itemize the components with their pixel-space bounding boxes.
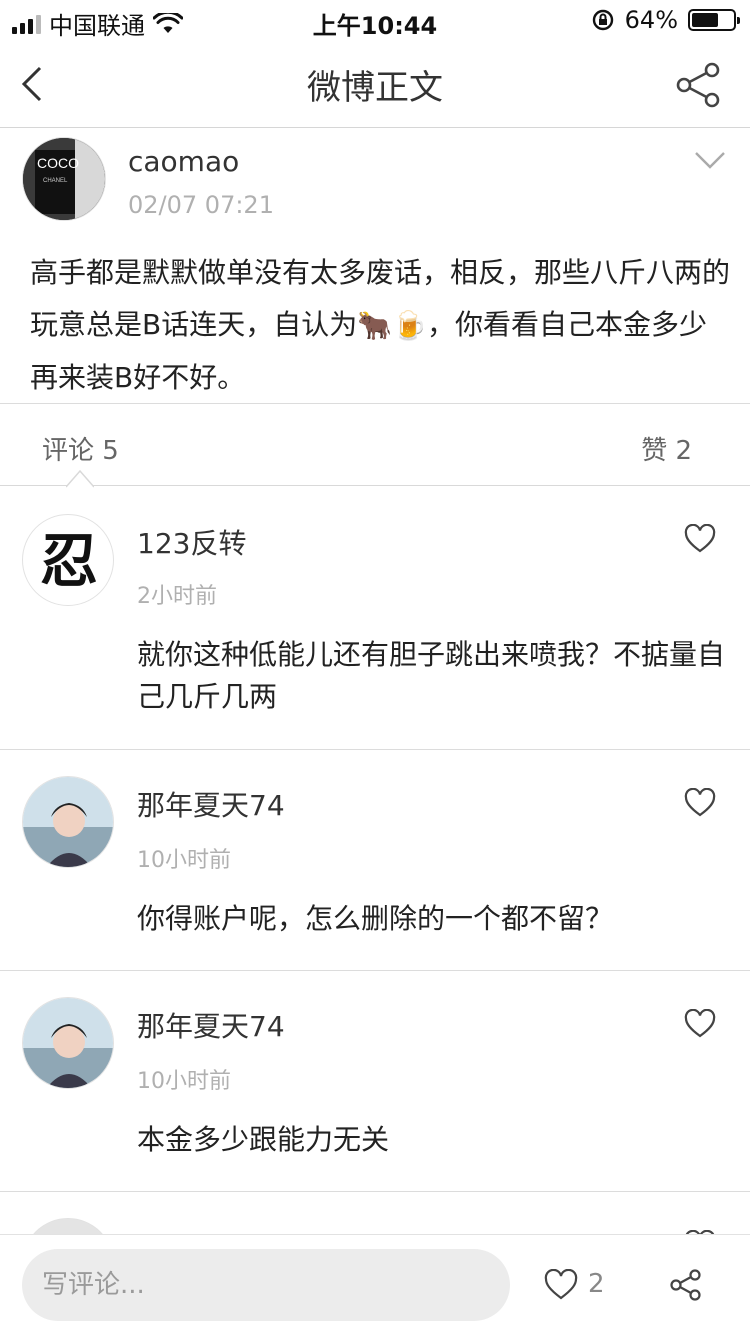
like-count: 2 xyxy=(588,1269,605,1299)
avatar[interactable] xyxy=(22,997,114,1089)
post: COCO CHANEL caomao 02/07 07:21 高手都是默默做单没… xyxy=(0,129,750,404)
share-icon[interactable] xyxy=(670,1269,702,1301)
avatar[interactable]: COCO CHANEL xyxy=(22,137,106,221)
battery-icon xyxy=(688,9,740,31)
comment-text: 就你这种低能儿还有胆子跳出来喷我？不掂量自己几斤几两 xyxy=(137,638,726,713)
post-timestamp: 02/07 07:21 xyxy=(128,191,274,219)
tab-indicator-icon xyxy=(66,469,94,488)
post-username[interactable]: caomao xyxy=(128,145,239,178)
page-title: 微博正文 xyxy=(307,68,443,108)
heart-icon[interactable] xyxy=(684,788,716,818)
battery-percent: 64% xyxy=(624,6,678,34)
avatar[interactable] xyxy=(22,776,114,868)
chevron-down-icon[interactable] xyxy=(694,149,726,171)
tab-comments[interactable]: 评论 5 xyxy=(42,430,119,467)
tab-bar: 评论 5 赞 2 xyxy=(0,404,750,486)
list-item: 忍 123反转 2小时前 就你这种低能儿还有胆子跳出来喷我？不掂量自己几斤几两 xyxy=(0,486,750,750)
svg-text:CHANEL: CHANEL xyxy=(43,178,68,184)
avatar-image xyxy=(23,998,113,1088)
list-item: 那年夏天74 10小时前 本金多少跟能力无关 xyxy=(0,971,750,1192)
comment-input[interactable] xyxy=(22,1249,510,1321)
heart-icon[interactable] xyxy=(544,1269,578,1301)
heart-icon[interactable] xyxy=(684,1009,716,1039)
status-right: 64% xyxy=(591,6,740,34)
nav-bar: 微博正文 xyxy=(0,40,750,128)
avatar-glyph: 忍 xyxy=(39,527,98,595)
avatar[interactable]: 忍 xyxy=(22,514,114,606)
list-item: 那年夏天74 10小时前 你得账户呢，怎么删除的一个都不留？ xyxy=(0,750,750,971)
battery-fill xyxy=(692,13,718,27)
comment-username[interactable]: 123反转 xyxy=(137,522,246,562)
comment-username[interactable]: 那年夏天74 xyxy=(137,1005,285,1045)
avatar-image xyxy=(23,777,113,867)
ox-emoji-icon: 🐂 xyxy=(357,309,393,342)
comment-username[interactable]: 那年夏天74 xyxy=(137,784,285,824)
comment-timestamp: 10小时前 xyxy=(137,848,231,873)
post-text: 高手都是默默做单没有太多废话，相反，那些八斤八两的玩意总是B话连天，自认为🐂🍺，… xyxy=(30,247,730,404)
status-bar: 中国联通 上午10:44 64% xyxy=(0,0,750,40)
bottom-bar: 2 xyxy=(0,1234,750,1334)
svg-text:COCO: COCO xyxy=(37,155,79,171)
tab-likes[interactable]: 赞 2 xyxy=(641,430,692,467)
beer-emoji-icon: 🍺 xyxy=(392,309,427,342)
heart-icon[interactable] xyxy=(684,524,716,554)
comment-timestamp: 2小时前 xyxy=(137,584,217,609)
comment-text: 本金多少跟能力无关 xyxy=(137,1123,390,1156)
share-icon[interactable] xyxy=(676,62,722,108)
comment-timestamp: 10小时前 xyxy=(137,1069,231,1094)
comment-text: 你得账户呢，怎么删除的一个都不留？ xyxy=(137,902,614,935)
avatar-image: COCO CHANEL xyxy=(23,138,105,220)
rotation-lock-icon xyxy=(592,9,613,31)
